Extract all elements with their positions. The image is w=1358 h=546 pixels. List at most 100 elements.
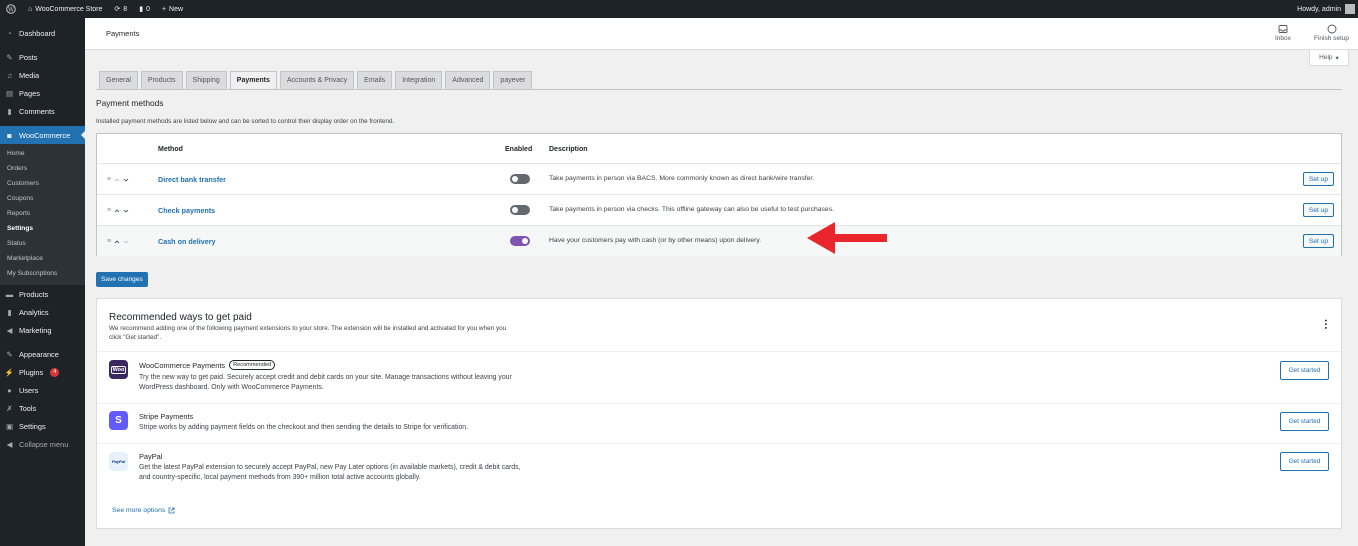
more-options-icon[interactable]: ··· xyxy=(1319,319,1331,330)
sort-handle[interactable]: ≡ xyxy=(107,207,129,214)
sidebar-item-comments[interactable]: ▮ Comments xyxy=(0,102,85,120)
tab-general[interactable]: General xyxy=(99,71,138,89)
column-header-method: Method xyxy=(158,146,183,153)
external-link-icon xyxy=(168,507,175,514)
sidebar-item-label: Media xyxy=(19,70,40,80)
inbox-button[interactable]: Inbox xyxy=(1275,24,1291,42)
new-content-link[interactable]: + New xyxy=(156,0,189,18)
recommended-heading: Recommended ways to get paid xyxy=(109,312,252,323)
submenu-item-status[interactable]: Status xyxy=(0,236,85,251)
submenu-item-my-subscriptions[interactable]: My Subscriptions xyxy=(0,266,85,281)
sidebar-item-settings[interactable]: ▣ Settings xyxy=(0,417,85,435)
settings-tabs: General Products Shipping Payments Accou… xyxy=(99,71,533,89)
sidebar-item-products[interactable]: ▬ Products xyxy=(0,285,85,303)
admin-sidebar: ◔ Dashboard ✎ Posts ♫ Media ▤ Pages ▮ Comment… xyxy=(0,18,85,546)
refresh-icon: ⟳ xyxy=(114,6,121,13)
set-up-button[interactable]: Set up xyxy=(1302,234,1334,248)
sidebar-item-dashboard[interactable]: ◔ Dashboard xyxy=(0,24,85,42)
set-up-button[interactable]: Set up xyxy=(1302,172,1334,186)
comment-bubble-icon: ▮ xyxy=(139,6,144,13)
move-down-icon[interactable] xyxy=(123,208,129,214)
submenu-item-reports[interactable]: Reports xyxy=(0,206,85,221)
tab-shipping[interactable]: Shipping xyxy=(185,71,227,89)
sidebar-item-label: WooCommerce xyxy=(19,130,71,140)
sort-handle[interactable]: ≡ xyxy=(107,238,129,245)
enabled-toggle[interactable] xyxy=(510,174,530,184)
submenu-item-marketplace[interactable]: Marketplace xyxy=(0,251,85,266)
my-account-link[interactable]: Howdy, admin xyxy=(1297,4,1358,14)
sidebar-item-users[interactable]: ● Users xyxy=(0,381,85,399)
drag-handle-icon[interactable]: ≡ xyxy=(107,238,111,245)
sidebar-item-appearance[interactable]: ✎ Appearance xyxy=(0,345,85,363)
submenu-item-home[interactable]: Home xyxy=(0,146,85,161)
set-up-button[interactable]: Set up xyxy=(1302,203,1334,217)
move-down-icon[interactable] xyxy=(123,239,129,245)
logo-text: Woo xyxy=(110,365,127,374)
table-row: ≡ Check payments Take payments in person… xyxy=(97,194,1341,225)
page-title: Payments xyxy=(106,29,140,38)
enabled-toggle[interactable] xyxy=(510,205,530,215)
sort-handle[interactable]: ≡ xyxy=(107,176,129,183)
updates-link[interactable]: ⟳ 8 xyxy=(108,0,133,18)
get-started-button[interactable]: Get started xyxy=(1280,412,1329,431)
submenu-item-settings[interactable]: Settings xyxy=(0,221,85,236)
sidebar-item-woocommerce[interactable]: ◙ WooCommerce xyxy=(0,126,85,144)
wordpress-logo-icon[interactable]: W xyxy=(0,0,22,18)
sidebar-item-pages[interactable]: ▤ Pages xyxy=(0,84,85,102)
gateway-description: Get the latest PayPal extension to secur… xyxy=(139,464,521,481)
save-changes-button[interactable]: Save changes xyxy=(96,272,148,287)
payment-method-link[interactable]: Direct bank transfer xyxy=(158,175,226,184)
site-name: WooCommerce Store xyxy=(35,5,103,13)
help-button[interactable]: Help ▾ xyxy=(1309,50,1349,66)
move-up-icon[interactable] xyxy=(114,239,120,245)
move-up-icon[interactable] xyxy=(114,208,120,214)
submenu-item-orders[interactable]: Orders xyxy=(0,161,85,176)
sidebar-item-label: Posts xyxy=(19,52,38,62)
sidebar-item-posts[interactable]: ✎ Posts xyxy=(0,48,85,66)
howdy-text: Howdy, admin xyxy=(1297,5,1341,13)
tab-integration[interactable]: Integration xyxy=(395,71,443,89)
move-down-icon[interactable] xyxy=(123,177,129,183)
woocommerce-submenu: Home Orders Customers Coupons Reports Se… xyxy=(0,144,85,285)
megaphone-icon: ◀ xyxy=(6,325,13,335)
payment-methods-table: Method Enabled Description ≡ Direct bank… xyxy=(96,133,1342,256)
tab-accounts-privacy[interactable]: Accounts & Privacy xyxy=(279,71,355,89)
payment-method-link[interactable]: Check payments xyxy=(158,206,215,215)
see-more-options-link[interactable]: See more options xyxy=(112,507,175,514)
red-arrow-annotation-icon xyxy=(807,222,887,254)
comments-link[interactable]: ▮ 0 xyxy=(133,0,156,18)
enabled-toggle[interactable] xyxy=(510,236,530,246)
submenu-item-customers[interactable]: Customers xyxy=(0,176,85,191)
submenu-item-coupons[interactable]: Coupons xyxy=(0,191,85,206)
drag-handle-icon[interactable]: ≡ xyxy=(107,207,111,214)
site-name-link[interactable]: ⌂ WooCommerce Store xyxy=(22,0,108,18)
tab-products[interactable]: Products xyxy=(140,71,183,89)
payment-method-link[interactable]: Cash on delivery xyxy=(158,237,216,246)
sidebar-item-label: Dashboard xyxy=(19,28,56,38)
sidebar-item-plugins[interactable]: ⚡ Plugins 4 xyxy=(0,363,85,381)
finish-setup-button[interactable]: Finish setup xyxy=(1314,24,1349,42)
sidebar-item-analytics[interactable]: ▮ Analytics xyxy=(0,303,85,321)
tab-payever[interactable]: payever xyxy=(493,71,533,89)
move-up-icon[interactable] xyxy=(114,177,120,183)
toggle-knob xyxy=(512,176,518,182)
sidebar-item-marketing[interactable]: ◀ Marketing xyxy=(0,321,85,339)
help-label: Help xyxy=(1319,54,1333,61)
sidebar-item-tools[interactable]: ✗ Tools xyxy=(0,399,85,417)
get-started-button[interactable]: Get started xyxy=(1280,361,1329,380)
sidebar-item-label: Users xyxy=(19,385,39,395)
home-icon: ⌂ xyxy=(28,5,33,13)
drag-handle-icon[interactable]: ≡ xyxy=(107,176,111,183)
table-row: ≡ Cash on delivery Have your customers p… xyxy=(97,225,1341,256)
sidebar-item-media[interactable]: ♫ Media xyxy=(0,66,85,84)
inbox-icon xyxy=(1278,25,1288,33)
collapse-menu-button[interactable]: ◀ Collapse menu xyxy=(0,435,85,453)
admin-bar: W ⌂ WooCommerce Store ⟳ 8 ▮ 0 + New Howd… xyxy=(0,0,1358,18)
woocommerce-icon: ◙ xyxy=(7,130,12,140)
tab-emails[interactable]: Emails xyxy=(357,71,393,89)
tab-advanced[interactable]: Advanced xyxy=(445,71,491,89)
products-icon: ▬ xyxy=(5,289,14,299)
tab-payments[interactable]: Payments xyxy=(229,71,277,89)
sidebar-item-label: Pages xyxy=(19,88,40,98)
get-started-button[interactable]: Get started xyxy=(1280,452,1329,471)
